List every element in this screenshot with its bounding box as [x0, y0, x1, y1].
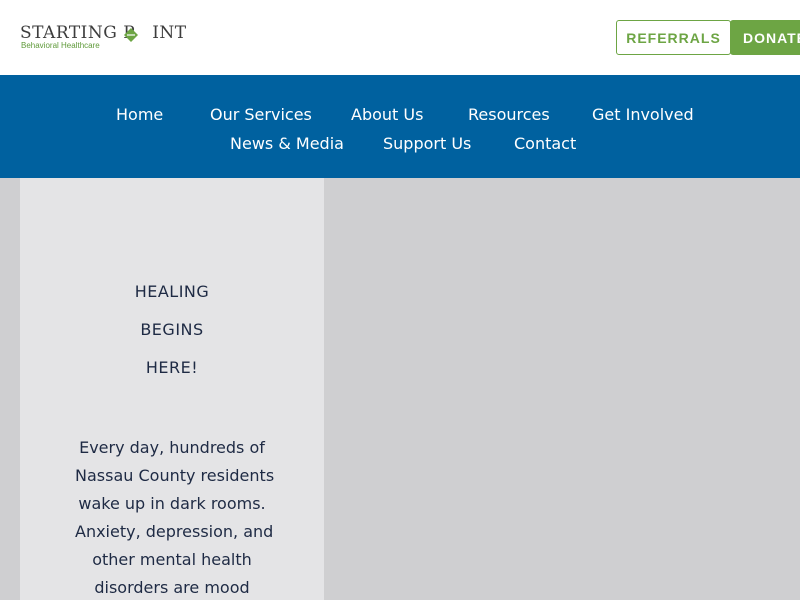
nav-item-our-services[interactable]: Our Services	[210, 105, 312, 125]
main-nav: Home Our Services About Us Resources Get…	[0, 75, 800, 178]
hero-text-panel: HEALING BEGINS HERE! Every day, hundreds…	[20, 178, 324, 600]
nav-item-contact[interactable]: Contact	[514, 134, 576, 154]
hero-headline-line: HEALING	[134, 282, 210, 301]
hero-body-line: other mental health	[92, 550, 252, 569]
hero-body-text: Every day, hundreds of Nassau County res…	[75, 434, 275, 600]
hero-body-line: Nassau County residents	[75, 466, 275, 485]
nav-item-support-us[interactable]: Support Us	[383, 134, 471, 154]
nav-item-about-us[interactable]: About Us	[351, 105, 423, 125]
diamond-leaf-icon	[124, 28, 138, 42]
site-logo[interactable]: STARTING P INT Behavioral Healthcare	[20, 22, 190, 52]
referrals-button[interactable]: REFERRALS	[616, 20, 731, 55]
nav-item-news-media[interactable]: News & Media	[230, 134, 344, 154]
hero-headline-line: BEGINS	[140, 320, 204, 339]
hero-body-line: disorders are mood	[94, 578, 250, 597]
hero-body-line: Every day, hundreds of	[79, 438, 265, 457]
nav-item-get-involved[interactable]: Get Involved	[592, 105, 694, 125]
site-header: STARTING P INT Behavioral Healthcare REFE…	[0, 0, 800, 75]
nav-item-resources[interactable]: Resources	[468, 105, 550, 125]
hero-body-line: Anxiety, depression, and	[75, 522, 274, 541]
logo-tagline: Behavioral Healthcare	[21, 41, 100, 50]
donate-button[interactable]: DONATE	[730, 20, 800, 55]
hero-headline-line: HERE!	[145, 358, 199, 377]
nav-item-home[interactable]: Home	[116, 105, 163, 125]
hero-image-area	[324, 178, 800, 600]
hero-body-line: wake up in dark rooms.	[78, 494, 266, 513]
